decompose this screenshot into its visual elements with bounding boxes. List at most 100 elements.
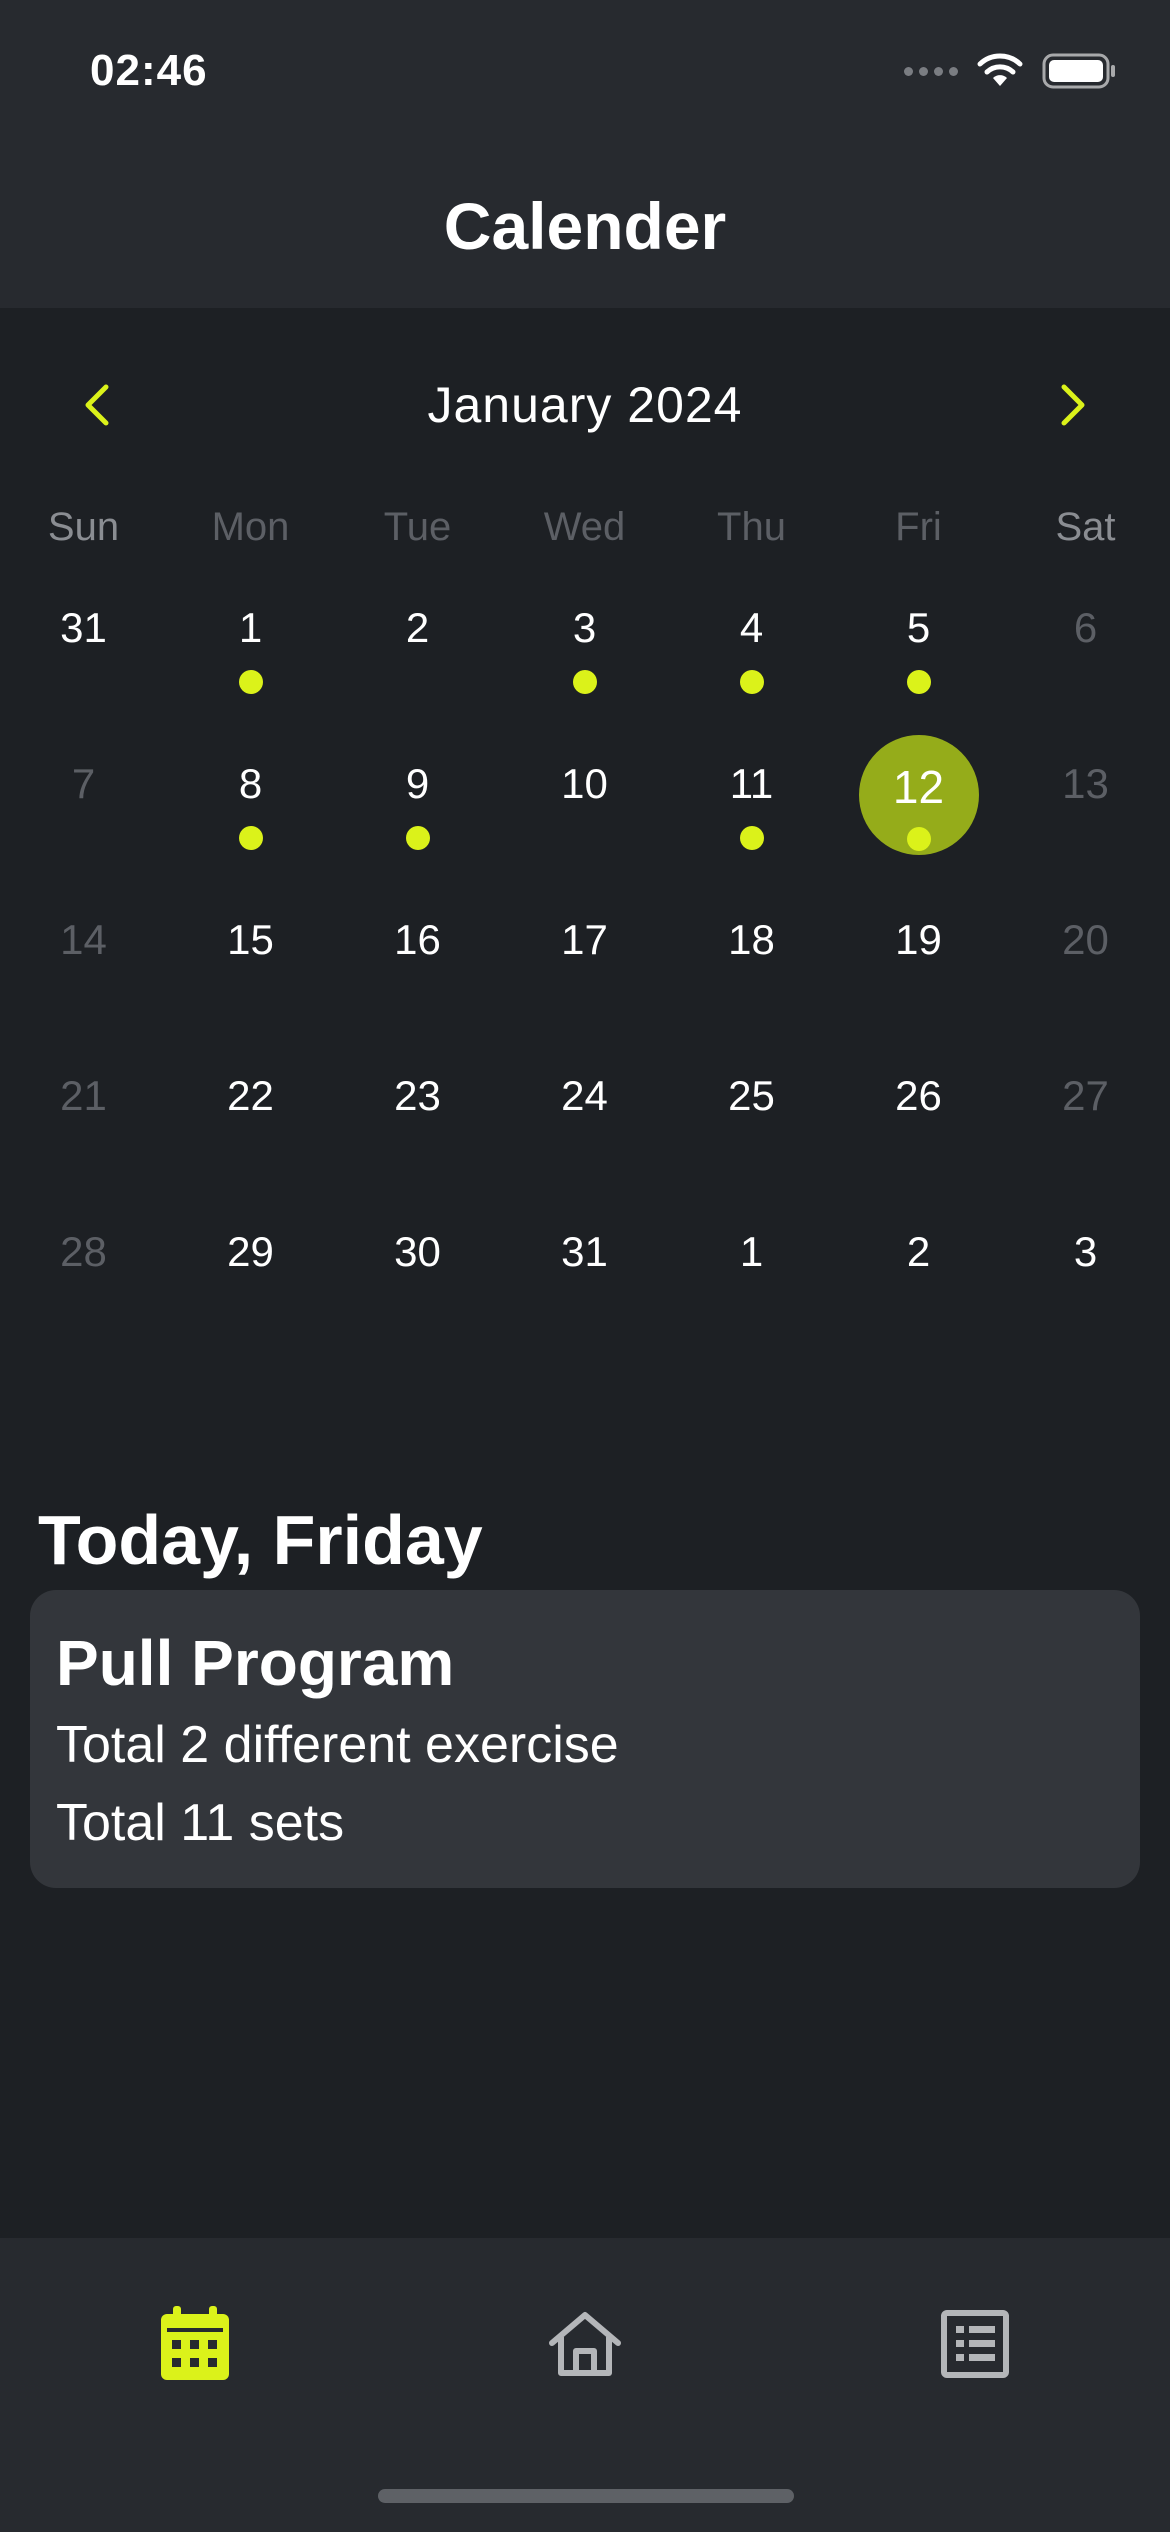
top-bar: 02:46 Calender	[0, 0, 1170, 308]
day-cell[interactable]: 23	[334, 1058, 501, 1214]
day-cell[interactable]: 27	[1002, 1058, 1169, 1214]
day-grid: 31 1 2 3 4 5 6 7 8 9 10 11 12 13 14 15 16 17 18 19 20 21 22 23 2…	[0, 590, 1170, 1370]
day-cell[interactable]: 31	[0, 590, 167, 746]
day-number: 14	[60, 916, 107, 963]
cellular-signal-icon	[904, 66, 958, 76]
calendar-screen: 02:46 Calender January 2024 Sun Mon Tue …	[0, 0, 1170, 2532]
day-number: 8	[238, 760, 263, 807]
day-number: 3	[572, 604, 597, 651]
day-cell[interactable]: 1	[167, 590, 334, 746]
day-cell[interactable]: 31	[501, 1214, 668, 1370]
day-number: 2	[405, 604, 430, 651]
day-number: 23	[394, 1072, 441, 1119]
day-number: 11	[729, 760, 774, 807]
workout-indicator-dot	[238, 670, 263, 694]
day-cell[interactable]: 26	[835, 1058, 1002, 1214]
program-exercise-count: Total 2 different exercise	[56, 1716, 619, 1774]
day-number: 1	[238, 604, 263, 651]
day-number: 29	[227, 1228, 274, 1275]
workout-indicator-dot	[238, 826, 263, 850]
tab-calendar[interactable]	[135, 2284, 255, 2404]
weekday-label: Tue	[383, 505, 452, 549]
day-cell[interactable]: 8	[167, 746, 334, 902]
workout-indicator-dot	[739, 826, 764, 850]
weekday-header: Sun Mon Tue Wed Thu Fri Sat	[0, 505, 1170, 555]
day-cell[interactable]: 22	[167, 1058, 334, 1214]
day-number: 12	[892, 761, 945, 813]
workout-indicator-dot	[572, 670, 597, 694]
tab-home[interactable]	[525, 2284, 645, 2404]
day-number: 17	[561, 916, 608, 963]
day-cell[interactable]: 29	[167, 1214, 334, 1370]
day-cell[interactable]: 28	[0, 1214, 167, 1370]
day-cell[interactable]: 30	[334, 1214, 501, 1370]
day-cell[interactable]: 7	[0, 746, 167, 902]
program-title: Pull Program	[56, 1627, 455, 1699]
day-cell[interactable]: 16	[334, 902, 501, 1058]
weekday-label: Sat	[1055, 505, 1116, 549]
day-number: 19	[895, 916, 942, 963]
day-cell[interactable]: 6	[1002, 590, 1169, 746]
day-cell[interactable]: 21	[0, 1058, 167, 1214]
day-cell[interactable]: 2	[334, 590, 501, 746]
chevron-right-icon	[1061, 384, 1085, 426]
home-icon	[549, 2312, 621, 2376]
day-number: 13	[1062, 760, 1109, 807]
day-number: 6	[1073, 604, 1098, 651]
day-number: 2	[906, 1228, 931, 1275]
day-cell[interactable]: 4	[668, 590, 835, 746]
status-icons	[904, 52, 1118, 90]
day-cell[interactable]: 3	[501, 590, 668, 746]
day-number: 7	[71, 760, 96, 807]
day-cell[interactable]: 15	[167, 902, 334, 1058]
day-cell[interactable]: 19	[835, 902, 1002, 1058]
day-cell[interactable]: 20	[1002, 902, 1169, 1058]
day-number: 21	[60, 1072, 107, 1119]
weekday-label: Fri	[895, 505, 942, 549]
day-cell[interactable]: 11	[668, 746, 835, 902]
workout-indicator-dot	[405, 826, 430, 850]
day-cell[interactable]: 3	[1002, 1214, 1169, 1370]
day-number: 26	[895, 1072, 942, 1119]
day-cell[interactable]: 2	[835, 1214, 1002, 1370]
status-time: 02:46	[90, 46, 208, 95]
bottom-tab-bar	[0, 2238, 1170, 2532]
day-cell[interactable]: 10	[501, 746, 668, 902]
day-cell[interactable]: 13	[1002, 746, 1169, 902]
day-number: 15	[227, 916, 274, 963]
weekday-label: Wed	[543, 505, 626, 549]
program-set-count: Total 11 sets	[56, 1794, 345, 1852]
day-number: 18	[728, 916, 775, 963]
day-cell[interactable]: 17	[501, 902, 668, 1058]
day-cell[interactable]: 25	[668, 1058, 835, 1214]
day-cell[interactable]: 9	[334, 746, 501, 902]
month-label: January 2024	[427, 377, 743, 433]
day-number: 31	[561, 1228, 608, 1275]
tab-list[interactable]	[915, 2284, 1035, 2404]
program-card[interactable]: Pull Program Total 2 different exercise …	[30, 1590, 1140, 1888]
next-month-button[interactable]	[1038, 370, 1108, 440]
day-number: 1	[739, 1228, 764, 1275]
day-cell[interactable]: 24	[501, 1058, 668, 1214]
weekday-label: Mon	[211, 505, 290, 549]
page-title: Calender	[443, 189, 727, 263]
day-cell[interactable]: 18	[668, 902, 835, 1058]
workout-indicator-dot	[906, 827, 931, 851]
home-indicator	[378, 2489, 794, 2503]
list-icon	[941, 2310, 1009, 2378]
day-number: 3	[1073, 1228, 1098, 1275]
wifi-icon	[977, 53, 1023, 86]
day-number: 22	[227, 1072, 274, 1119]
day-number: 30	[394, 1228, 441, 1275]
day-number: 28	[60, 1228, 107, 1275]
day-number: 31	[60, 604, 107, 651]
month-navigation: January 2024	[0, 370, 1170, 440]
day-cell[interactable]: 14	[0, 902, 167, 1058]
day-cell-selected[interactable]: 12	[835, 702, 1002, 858]
day-number: 20	[1062, 916, 1109, 963]
weekday-label: Thu	[717, 505, 786, 549]
day-cell[interactable]: 1	[668, 1214, 835, 1370]
day-number: 9	[405, 760, 430, 807]
day-number: 24	[561, 1072, 608, 1119]
today-heading: Today, Friday	[38, 1501, 483, 1579]
